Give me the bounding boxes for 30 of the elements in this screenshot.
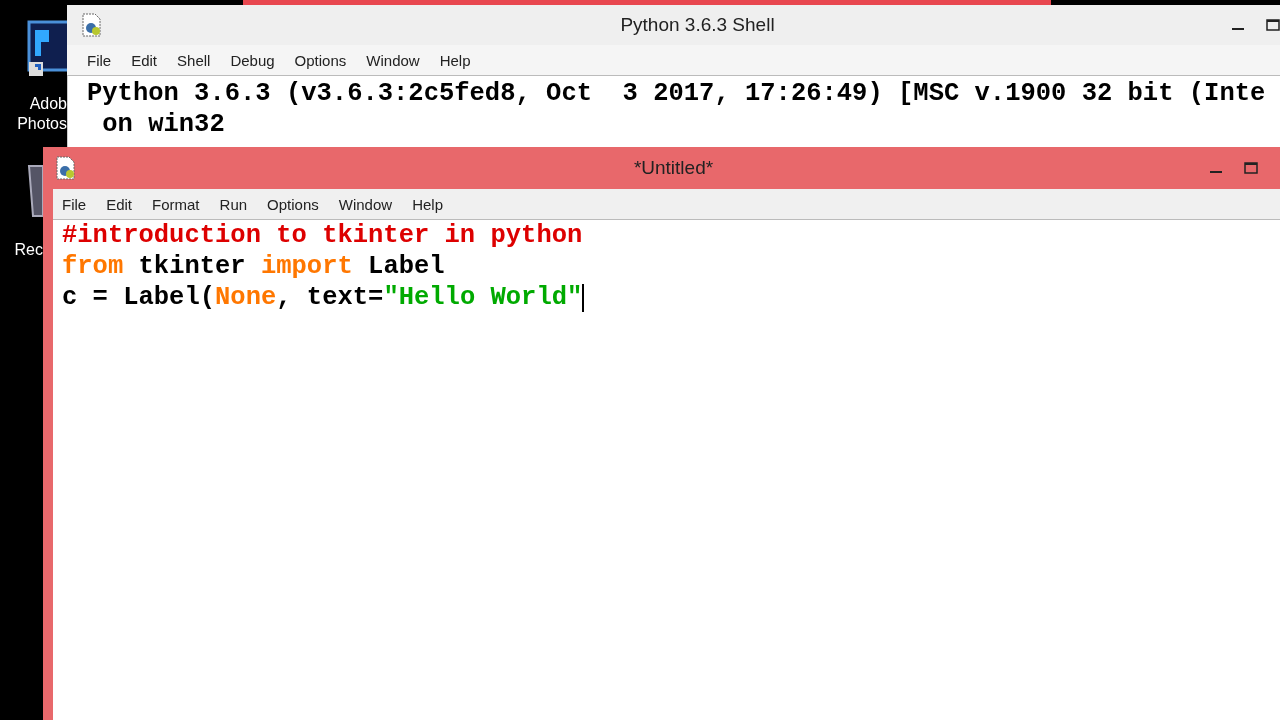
desktop-icon-label[interactable]: Photos: [17, 114, 67, 134]
code-token: #introduction to tkinter in python: [62, 220, 583, 251]
desktop-icon-label[interactable]: Adob: [29, 94, 67, 114]
menu-item[interactable]: Help: [430, 51, 480, 69]
code-token: c = Label(: [62, 282, 216, 313]
menu-item[interactable]: Options: [285, 51, 356, 69]
menu-item[interactable]: Options: [258, 195, 328, 213]
shell-output-line: Python 3.6.3 (v3.6.3:2c5fed8, Oct 3 2017, 17:26:49) [MSC v.1900 32 bit (Inte: [87, 78, 1267, 109]
menu-item[interactable]: Window: [357, 51, 429, 69]
menu-item[interactable]: Format: [143, 195, 209, 213]
menu-item[interactable]: Window: [329, 195, 402, 213]
menu-item[interactable]: File: [78, 51, 121, 69]
menu-item[interactable]: Edit: [122, 51, 167, 69]
menu-item[interactable]: Edit: [97, 195, 142, 213]
shell-output-line: on win32: [101, 109, 226, 140]
menu-item[interactable]: File: [53, 195, 96, 213]
menu-item[interactable]: Debug: [221, 51, 284, 69]
code-token: import: [260, 251, 353, 282]
window-title: Python 3.6.3 Shell: [619, 14, 776, 36]
code-token: Label: [367, 251, 445, 282]
menu-item[interactable]: Shell: [168, 51, 220, 69]
menu-item[interactable]: Run: [210, 195, 257, 213]
desktop-icon-label[interactable]: Rec: [14, 240, 43, 260]
window-title: *Untitled*: [632, 157, 715, 179]
code-token: from: [62, 251, 124, 282]
code-token: , text=: [276, 282, 384, 313]
code-token: tkinter: [137, 251, 247, 282]
code-token: None: [215, 282, 277, 313]
menu-item[interactable]: Help: [403, 195, 452, 213]
code-token: "Hello World": [383, 282, 583, 313]
